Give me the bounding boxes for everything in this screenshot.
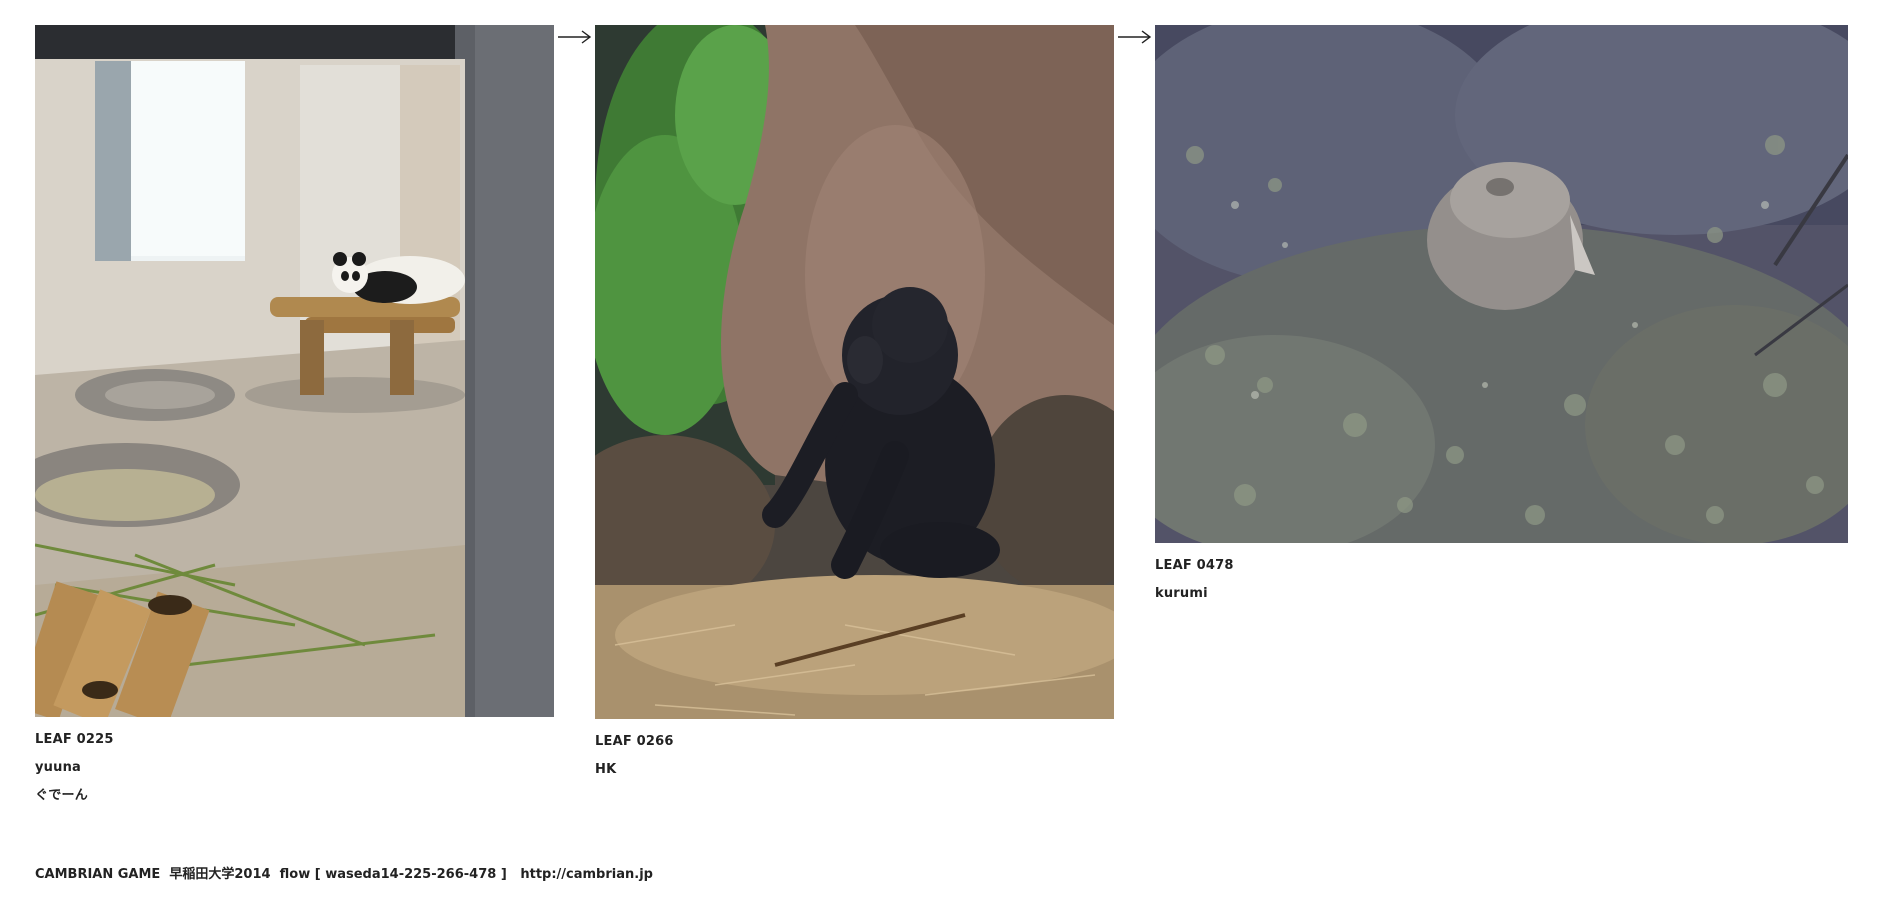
leaf-photo-bushes[interactable] <box>1155 25 1848 543</box>
right-arrow-icon <box>1118 30 1152 44</box>
footer-flow-label: flow [ waseda14-225-266-478 ] <box>279 867 507 882</box>
footer-url-link[interactable]: http://cambrian.jp <box>520 867 653 882</box>
leaf-id-label: LEAF 0478 <box>1155 558 1234 573</box>
leaf-photo-panda[interactable] <box>35 25 554 717</box>
footer-course: 早稲田大学2014 <box>169 867 271 882</box>
footer-game-title: CAMBRIAN GAME <box>35 867 161 882</box>
bushes-photo-image <box>1155 25 1848 543</box>
leaf-author: kurumi <box>1155 586 1208 601</box>
leaf-id-label: LEAF 0225 <box>35 732 114 747</box>
leaf-card-0266: LEAF 0266 HK <box>595 25 1114 784</box>
footer: CAMBRIAN GAME 早稲田大学2014 flow [ waseda14-… <box>35 863 653 882</box>
panda-photo-image <box>35 25 554 717</box>
gorilla-photo-image <box>595 25 1114 719</box>
leaf-comment: ぐでーん <box>35 788 88 803</box>
leaf-photo-gorilla[interactable] <box>595 25 1114 719</box>
leaf-author: yuuna <box>35 760 82 775</box>
leaf-card-0225: LEAF 0225 yuuna ぐでーん <box>35 25 554 810</box>
leaf-id-label: LEAF 0266 <box>595 734 674 749</box>
leaf-author: HK <box>595 762 617 777</box>
right-arrow-icon <box>558 30 592 44</box>
flow-page: LEAF 0225 yuuna ぐでーん LEAF 0266 HK LEAF 0… <box>0 0 1883 900</box>
leaf-card-0478: LEAF 0478 kurumi <box>1155 25 1848 608</box>
